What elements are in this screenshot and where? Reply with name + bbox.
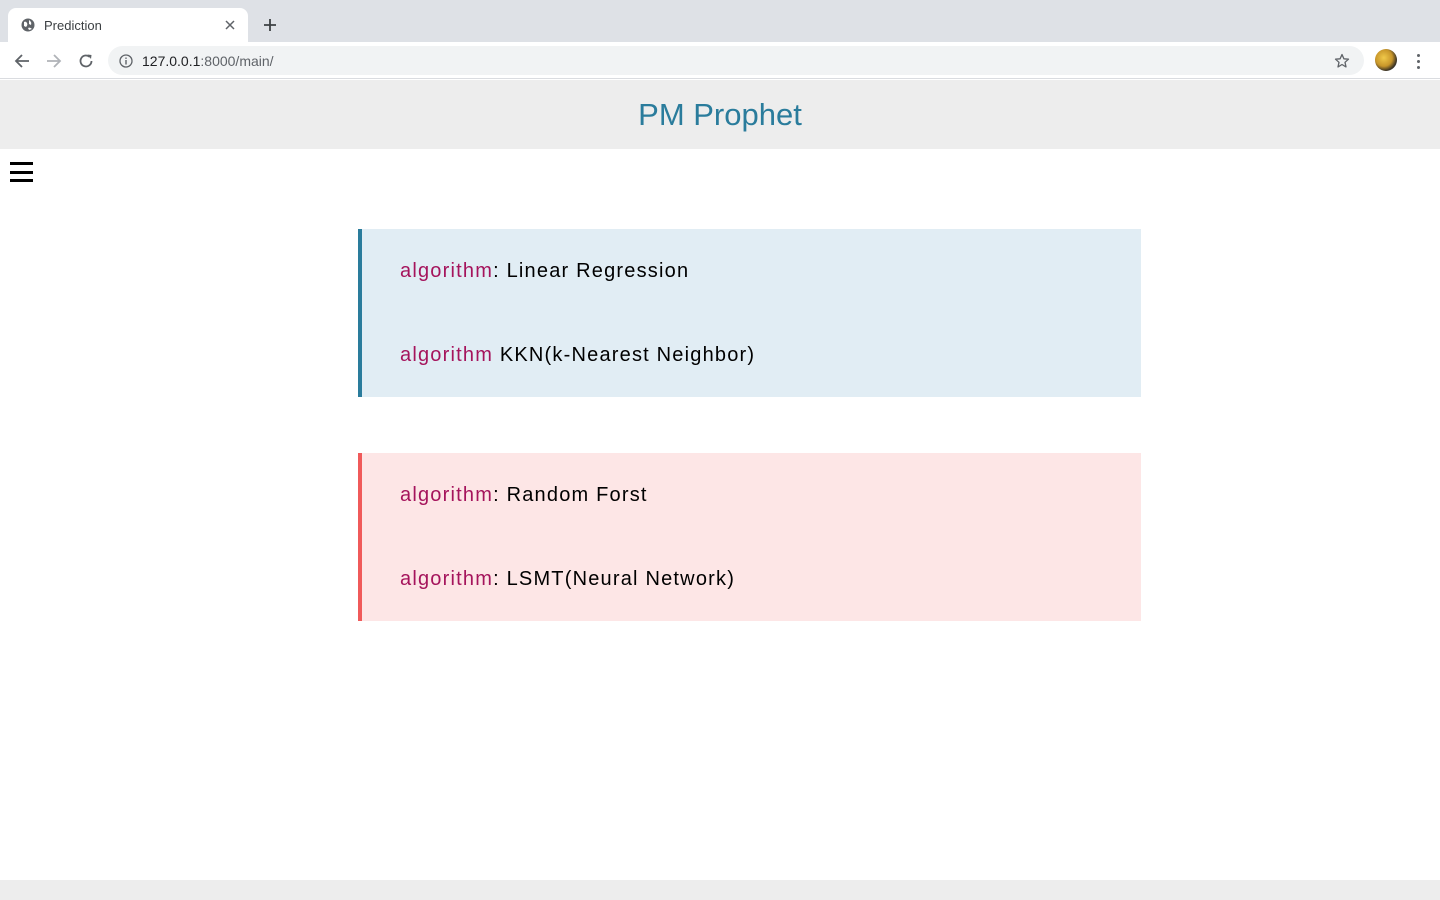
address-bar[interactable]: 127.0.0.1:8000/main/ [108, 46, 1364, 75]
browser-toolbar: 127.0.0.1:8000/main/ [0, 42, 1440, 79]
more-vertical-icon[interactable] [1408, 47, 1428, 75]
plus-icon[interactable] [258, 13, 282, 37]
globe-icon [20, 17, 36, 33]
algorithm-item: algorithm: Random Forst [400, 482, 1141, 508]
info-icon[interactable] [118, 53, 134, 69]
algorithm-panel-red: algorithm: Random Forst algorithm: LSMT(… [358, 453, 1141, 621]
hamburger-menu-icon[interactable] [10, 162, 34, 182]
algorithm-value: LSMT(Neural Network) [506, 568, 736, 590]
avatar[interactable] [1375, 49, 1397, 71]
site-title: PM Prophet [638, 96, 802, 132]
algorithm-key: algorithm [400, 260, 494, 282]
algorithm-key: algorithm [400, 484, 494, 506]
site-header: PM Prophet [0, 80, 1440, 149]
algorithm-value: KKN(k-Nearest Neighbor) [499, 344, 756, 366]
reload-icon[interactable] [72, 47, 100, 75]
algorithm-value: Random Forst [506, 484, 648, 506]
tab-title: Prediction [44, 17, 102, 33]
back-arrow-icon[interactable] [8, 47, 36, 75]
browser-tab[interactable]: Prediction [8, 8, 248, 42]
forward-arrow-icon[interactable] [40, 47, 68, 75]
footer-bar [0, 880, 1440, 900]
algorithm-value: Linear Regression [506, 260, 690, 282]
algorithm-separator: : [493, 484, 507, 506]
algorithm-separator: : [493, 568, 507, 590]
algorithm-item: algorithm KKN(k-Nearest Neighbor) [400, 342, 1141, 368]
algorithm-panel-blue: algorithm: Linear Regression algorithm K… [358, 229, 1141, 397]
close-icon[interactable] [222, 17, 238, 33]
tab-strip: Prediction [0, 0, 1440, 42]
url-host: 127.0.0.1 [142, 52, 201, 69]
algorithm-item: algorithm: Linear Regression [400, 258, 1141, 284]
algorithm-item: algorithm: LSMT(Neural Network) [400, 566, 1141, 592]
url-path: :8000/main/ [200, 52, 274, 69]
algorithm-separator: : [493, 260, 507, 282]
algorithm-separator [493, 344, 500, 366]
star-icon[interactable] [1332, 51, 1352, 71]
algorithm-key: algorithm [400, 344, 494, 366]
algorithm-key: algorithm [400, 568, 494, 590]
